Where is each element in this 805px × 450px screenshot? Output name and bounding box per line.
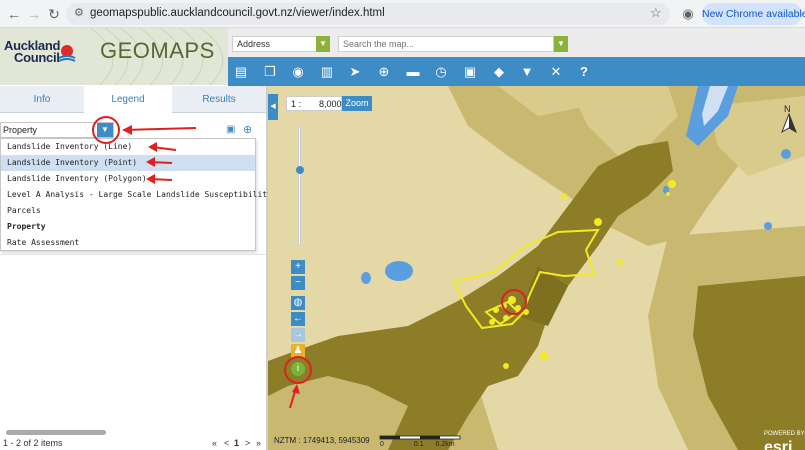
esri-logo: POWERED BY esri <box>764 431 805 450</box>
search-type-dropdown-icon[interactable]: ▼ <box>316 36 330 52</box>
app-title: GEOMAPS <box>100 38 215 63</box>
streetview-icon[interactable]: ◆ <box>490 63 508 81</box>
grid-divider <box>0 254 266 255</box>
pager-page[interactable]: 1 <box>234 438 239 448</box>
forward-icon[interactable]: → <box>24 4 44 24</box>
scale-prefix: 1 : <box>291 99 302 109</box>
site-info-icon[interactable]: ⚙ <box>74 6 84 19</box>
clock-icon[interactable]: ◷ <box>432 63 450 81</box>
pager-prev-button[interactable]: < <box>224 438 229 448</box>
svg-text:N: N <box>784 104 791 114</box>
scale-value: 8,000 <box>319 99 342 109</box>
zoom-button[interactable]: Zoom <box>342 96 372 111</box>
logo-area: Auckland Council GEOMAPS <box>0 28 228 85</box>
target-icon[interactable]: ⊕ <box>375 63 393 81</box>
full-extent-icon[interactable]: ◍ <box>291 296 305 310</box>
zoom-slider-track[interactable] <box>298 126 301 246</box>
eye-icon[interactable]: ◉ <box>289 63 307 81</box>
tools-icon[interactable]: ✕ <box>547 63 565 81</box>
print-icon[interactable]: ▥ <box>318 63 336 81</box>
chrome-update-button[interactable]: New Chrome available <box>702 3 805 25</box>
pager-first-button[interactable]: « <box>212 438 217 448</box>
url-text: geomapspublic.aucklandcouncil.govt.nz/vi… <box>90 7 385 19</box>
pager: 1 - 2 of 2 items « < 1 > » <box>0 436 266 450</box>
help-icon[interactable]: ? <box>575 63 593 81</box>
bookmark-icon[interactable]: ▼ <box>518 63 536 81</box>
coordinates-readout: NZTM : 1749413, 5945309 <box>274 436 370 445</box>
ruler-icon[interactable]: ▬ <box>404 63 422 81</box>
zoom-in-button[interactable]: + <box>291 260 305 274</box>
pager-next-button[interactable]: > <box>245 438 250 448</box>
menu-item-rate-assessment[interactable]: Rate Assessment <box>1 235 255 251</box>
address-bar[interactable]: ⚙ geomapspublic.aucklandcouncil.govt.nz/… <box>66 3 670 25</box>
zoom-slider-handle[interactable] <box>296 166 304 174</box>
side-panel: Info Legend Results Property ▼ ▣ ⊕ Lands… <box>0 86 296 450</box>
copy-icon[interactable]: ❐ <box>261 63 279 81</box>
collapse-panel-button[interactable]: ◀ <box>268 94 278 120</box>
reload-icon[interactable]: ↻ <box>44 4 64 24</box>
map-search-input[interactable] <box>338 36 554 52</box>
council-logo-icon <box>58 45 76 62</box>
menu-item-property[interactable]: Property <box>1 219 255 235</box>
map-view[interactable]: ◀ 1 : 8,000 Zoom + − ◍ ← → ♟ i N NZTM : … <box>268 86 805 450</box>
map-toolbar: ▤ ❐ ◉ ▥ ➤ ⊕ ▬ ◷ ▣ ◆ ▼ ✕ ? <box>228 57 805 86</box>
scalebar-labels: 0 0.1 0.2km <box>380 441 455 448</box>
pointer-icon[interactable]: ➤ <box>346 63 364 81</box>
identify-annotation <box>284 356 312 409</box>
annotation-overlay <box>92 116 197 184</box>
profile-icon[interactable]: ◉ <box>678 4 698 24</box>
north-arrow-icon: N <box>781 104 797 134</box>
layers-icon[interactable]: ▤ <box>232 63 250 81</box>
browser-chrome: ← → ↻ ⚙ geomapspublic.aucklandcouncil.go… <box>0 0 805 28</box>
map-canvas <box>268 86 805 450</box>
horizontal-scrollbar[interactable] <box>6 430 106 435</box>
pager-last-button[interactable]: » <box>256 438 261 448</box>
bookmark-star-icon[interactable]: ☆ <box>650 5 662 21</box>
pager-text: 1 - 2 of 2 items <box>3 438 63 448</box>
next-extent-icon[interactable]: → <box>291 328 305 342</box>
council-logo-text[interactable]: Auckland Council <box>4 39 60 64</box>
previous-extent-icon[interactable]: ← <box>291 312 305 326</box>
search-dropdown-icon[interactable]: ▼ <box>554 36 568 52</box>
scale-input[interactable]: 1 : 8,000 <box>286 96 342 111</box>
camera-icon[interactable]: ▣ <box>461 63 479 81</box>
back-icon[interactable]: ← <box>4 4 24 24</box>
zoom-out-button[interactable]: − <box>291 276 305 290</box>
